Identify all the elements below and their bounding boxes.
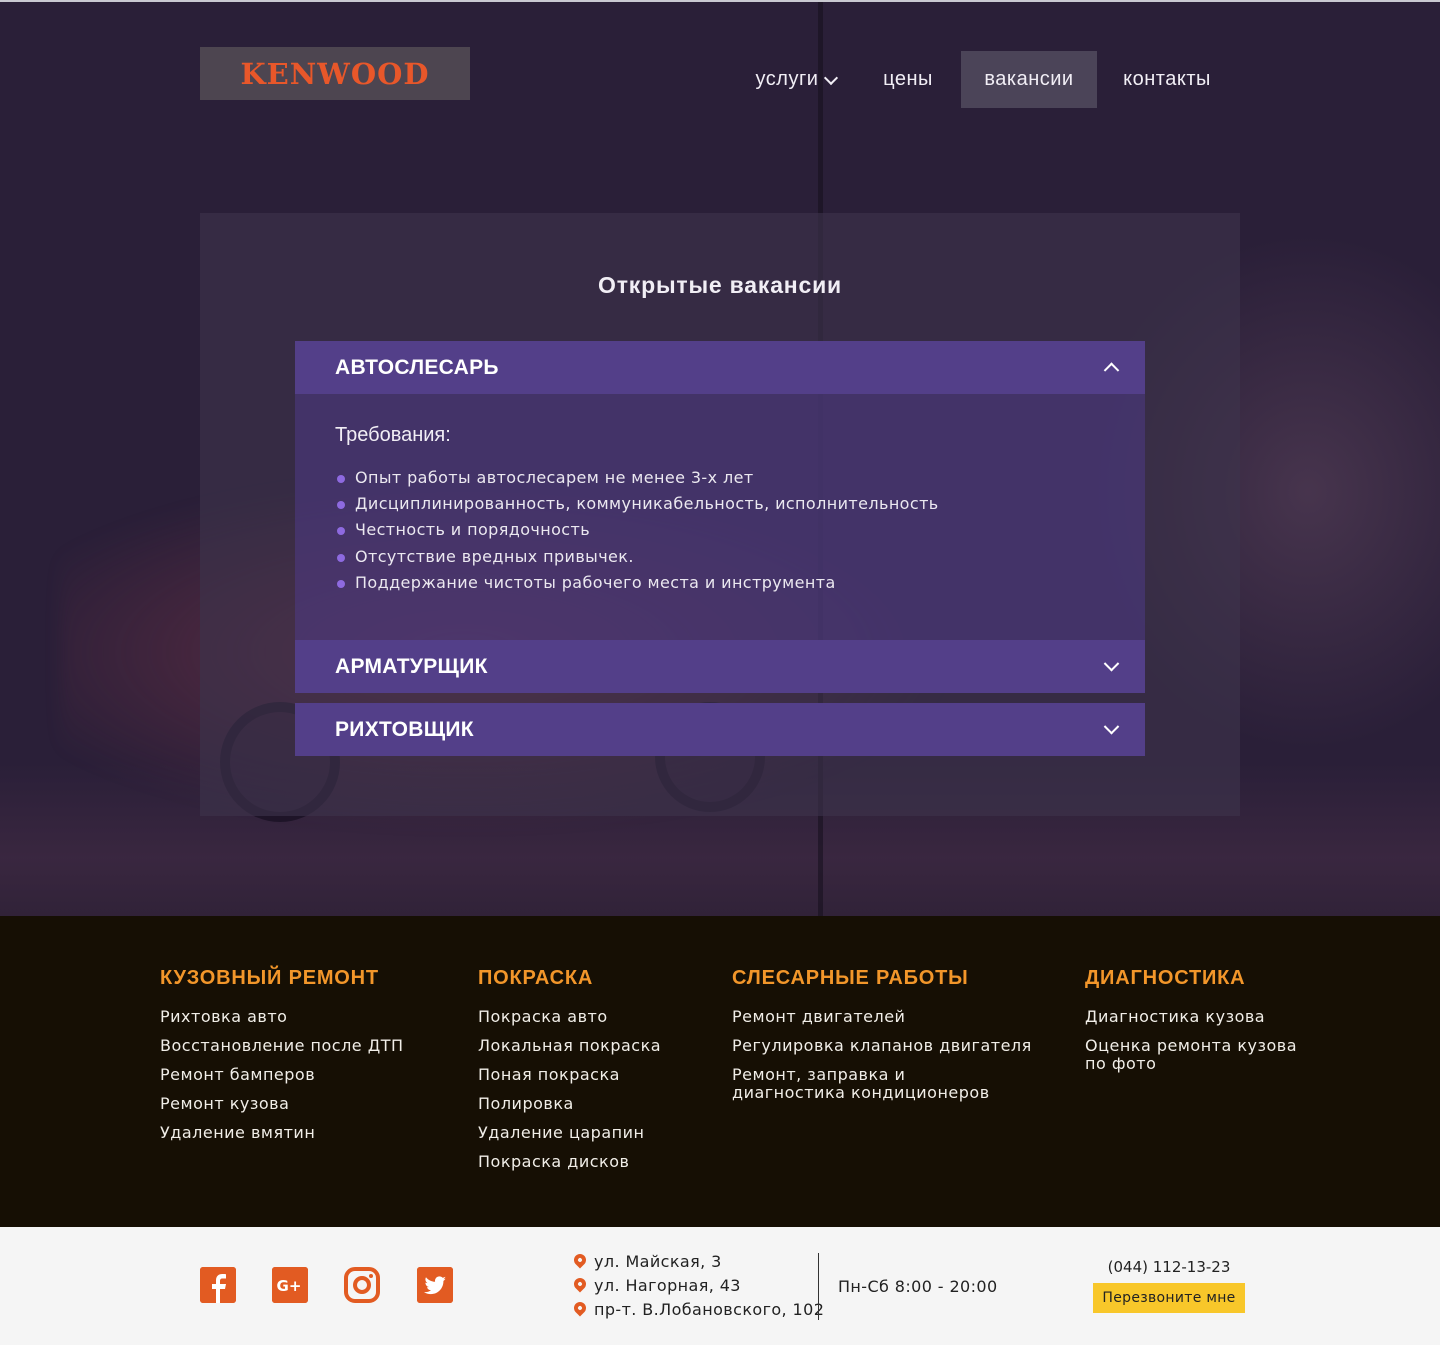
footer-link[interactable]: Покраска авто [478, 1008, 661, 1026]
address-item: пр-т. В.Лобановского, 102 [571, 1299, 825, 1323]
nav-item-contacts[interactable]: контакты [1107, 51, 1227, 108]
nav-item-services[interactable]: услуги [742, 51, 850, 108]
google-plus-icon[interactable]: G+ [272, 1267, 308, 1303]
footer-link[interactable]: Покраска дисков [478, 1153, 661, 1171]
footer-column-title: КУЗОВНЫЙ РЕМОНТ [160, 967, 379, 989]
footer-link[interactable]: Удаление вмятин [160, 1124, 404, 1142]
address-item: ул. Нагорная, 43 [571, 1275, 824, 1299]
working-hours: Пн-Сб 8:00 - 20:00 [838, 1277, 998, 1296]
accordion-title: АРМАТУРЩИК [335, 654, 488, 678]
requirements-list: Опыт работы автослесарем не менее 3-х ле… [335, 466, 939, 597]
map-pin-icon [571, 1275, 589, 1293]
footer-column-diagnostics: ДИАГНОСТИКА Диагностика кузова Оценка ре… [1085, 962, 1297, 1084]
footer-column-painting: ПОКРАСКА Покраска авто Локальная покраск… [478, 962, 661, 1182]
list-item: Отсутствие вредных привычек. [335, 545, 939, 571]
requirements-title: Требования: [335, 424, 451, 446]
footer-link[interactable]: Ремонт бамперов [160, 1066, 404, 1084]
footer-link[interactable]: Восстановление после ДТП [160, 1037, 404, 1055]
footer-link[interactable]: Ремонт кузова [160, 1095, 404, 1113]
footer-link[interactable]: Ремонт, заправка и диагностика кондицион… [732, 1066, 1032, 1102]
footer-link[interactable]: Полировка [478, 1095, 661, 1113]
address-text: пр-т. В.Лобановского, 102 [594, 1300, 825, 1319]
addresses: ул. Майская, 3 ул. Нагорная, 43 пр-т. В.… [571, 1251, 825, 1323]
footer-column-title: ПОКРАСКА [478, 967, 594, 989]
nav-label: цены [883, 68, 933, 90]
footer-column-mechanical: СЛЕСАРНЫЕ РАБОТЫ Ремонт двигателей Регул… [732, 962, 1032, 1113]
footer-link[interactable]: Диагностика кузова [1085, 1008, 1297, 1026]
nav-item-vacancies[interactable]: вакансии [961, 51, 1097, 108]
facebook-icon[interactable] [200, 1267, 236, 1303]
list-item: Опыт работы автослесарем не менее 3-х ле… [335, 466, 939, 492]
nav-label: услуги [755, 68, 819, 90]
map-pin-icon [571, 1251, 589, 1269]
nav-label: вакансии [984, 68, 1074, 90]
phone-number[interactable]: (044) 112-13-23 [1093, 1258, 1245, 1276]
footer-link[interactable]: Рихтовка авто [160, 1008, 404, 1026]
callback-button[interactable]: Перезвоните мне [1093, 1283, 1245, 1313]
list-item: Честность и порядочность [335, 518, 939, 544]
chevron-up-icon [1103, 361, 1120, 378]
instagram-icon[interactable] [344, 1267, 380, 1303]
svg-text:G+: G+ [277, 1277, 302, 1295]
footer-link[interactable]: Локальная покраска [478, 1037, 661, 1055]
chevron-down-icon [1103, 718, 1120, 734]
nav-item-prices[interactable]: цены [870, 51, 946, 108]
address-text: ул. Майская, 3 [594, 1252, 722, 1271]
logo-text: KENWOOD [240, 56, 430, 91]
logo[interactable]: KENWOOD [200, 47, 470, 100]
accordion-title: АВТОСЛЕСАРЬ [335, 355, 499, 379]
footer-column-title: ДИАГНОСТИКА [1085, 967, 1246, 989]
accordion-header-avtoslesar[interactable]: АВТОСЛЕСАРЬ [295, 341, 1145, 394]
chevron-down-icon [824, 70, 839, 85]
accordion-header-rikhtovshchik[interactable]: РИХТОВЩИК [295, 703, 1145, 756]
nav-label: контакты [1123, 68, 1211, 90]
footer-column-body-repair: КУЗОВНЫЙ РЕМОНТ Рихтовка авто Восстановл… [160, 962, 404, 1153]
footer-link[interactable]: Удаление царапин [478, 1124, 661, 1142]
footer-link[interactable]: Оценка ремонта кузова по фото [1085, 1037, 1297, 1073]
address-text: ул. Нагорная, 43 [594, 1276, 741, 1295]
footer-column-title: СЛЕСАРНЫЕ РАБОТЫ [732, 967, 969, 989]
footer-link[interactable]: Поная покраска [478, 1066, 661, 1084]
footer-link[interactable]: Регулировка клапанов двигателя [732, 1037, 1032, 1055]
twitter-icon[interactable] [417, 1267, 453, 1303]
map-pin-icon [571, 1299, 589, 1317]
chevron-down-icon [1103, 655, 1120, 671]
list-item: Дисциплинированность, коммуникабельность… [335, 492, 939, 518]
divider [818, 1253, 819, 1320]
address-item: ул. Майская, 3 [571, 1251, 824, 1275]
accordion-title: РИХТОВЩИК [335, 717, 474, 741]
page-title: Открытые вакансии [598, 272, 842, 298]
list-item: Поддержание чистоты рабочего места и инс… [335, 571, 939, 597]
footer-link[interactable]: Ремонт двигателей [732, 1008, 1032, 1026]
accordion-header-armaturshchik[interactable]: АРМАТУРЩИК [295, 640, 1145, 693]
